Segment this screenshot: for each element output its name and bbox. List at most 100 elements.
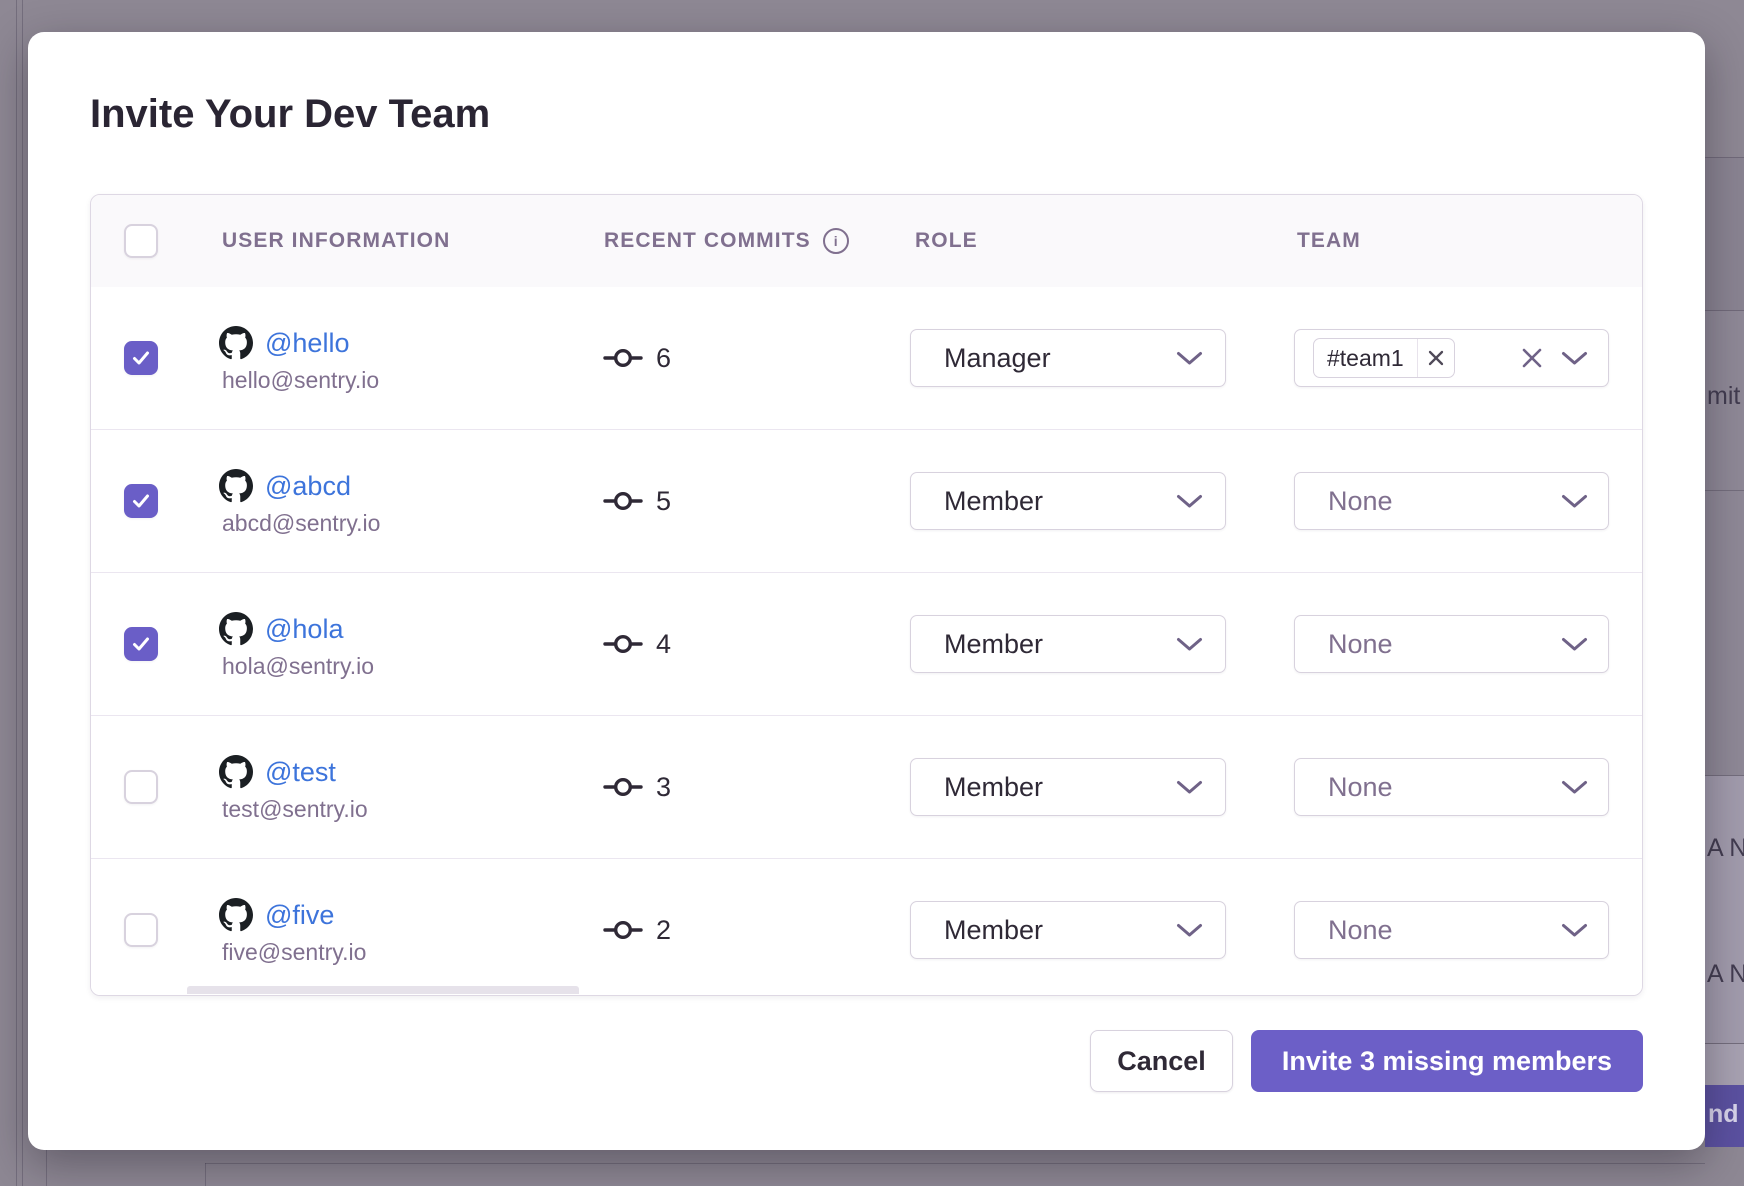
commit-count: 5 [656, 486, 671, 517]
row-checkbox[interactable] [124, 484, 158, 518]
chevron-down-icon [1561, 351, 1588, 366]
role-value: Member [944, 915, 1043, 946]
github-username-link[interactable]: @hola [265, 614, 343, 645]
check-icon [130, 347, 152, 369]
underlay-edge-line [205, 1163, 1744, 1164]
underlay-edge-line [16, 0, 17, 1186]
underlay-purple-button-fragment: nd [1705, 1085, 1744, 1147]
commit-count: 2 [656, 915, 671, 946]
underlay-text-fragment: A No [1707, 960, 1744, 989]
chevron-down-icon [1176, 494, 1203, 509]
github-username-link[interactable]: @test [265, 757, 336, 788]
role-select[interactable]: Member [910, 472, 1226, 530]
recent-commits-cell: 4 [603, 573, 671, 715]
github-username-link[interactable]: @abcd [265, 471, 351, 502]
chevron-down-icon [1176, 780, 1203, 795]
team-value: None [1313, 772, 1393, 803]
team-chip: #team1 [1313, 338, 1455, 378]
role-select[interactable]: Member [910, 758, 1226, 816]
underlay-edge-line [22, 0, 23, 1186]
recent-commits-cell: 3 [603, 716, 671, 858]
commit-count: 4 [656, 629, 671, 660]
user-email: test@sentry.io [222, 796, 368, 823]
chevron-down-icon [1176, 637, 1203, 652]
team-chip-label: #team1 [1314, 345, 1417, 372]
check-icon [130, 633, 152, 655]
role-value: Member [944, 486, 1043, 517]
cancel-button[interactable]: Cancel [1090, 1030, 1233, 1092]
underlay-edge-line [46, 1150, 47, 1186]
underlay-text-fragment: A No [1707, 834, 1744, 863]
role-select[interactable]: Member [910, 901, 1226, 959]
commit-icon [603, 490, 643, 512]
chevron-down-icon [1176, 923, 1203, 938]
recent-commits-cell: 6 [603, 287, 671, 429]
row-checkbox[interactable] [124, 770, 158, 804]
user-email: hello@sentry.io [222, 367, 379, 394]
commit-icon [603, 633, 643, 655]
github-icon [219, 612, 253, 646]
user-email: five@sentry.io [222, 939, 366, 966]
clear-icon[interactable] [1520, 346, 1544, 370]
role-value: Member [944, 629, 1043, 660]
team-select[interactable]: None [1294, 615, 1609, 673]
select-all-checkbox[interactable] [124, 224, 158, 258]
scrolled-row-hint [187, 986, 579, 994]
github-username-link[interactable]: @hello [265, 328, 349, 359]
column-header-team: TEAM [1297, 195, 1361, 287]
commit-icon [603, 919, 643, 941]
table-row: @hola hola@sentry.io 4 Member None [91, 572, 1642, 715]
team-select[interactable]: None [1294, 758, 1609, 816]
underlay-button-text-fragment: nd [1708, 1100, 1739, 1129]
commit-icon [603, 776, 643, 798]
row-checkbox[interactable] [124, 913, 158, 947]
chip-remove-icon[interactable] [1417, 339, 1454, 377]
screen: mit A No A No nd Invite Your Dev Team US… [0, 0, 1744, 1186]
role-select[interactable]: Member [910, 615, 1226, 673]
table-body: @hello hello@sentry.io 6 Manager #team1 [91, 287, 1642, 995]
invite-missing-members-button[interactable]: Invite 3 missing members [1251, 1030, 1643, 1092]
team-value: None [1313, 629, 1393, 660]
table-row: @abcd abcd@sentry.io 5 Member None [91, 429, 1642, 572]
column-header-recent-commits: RECENT COMMITS i [604, 195, 849, 287]
members-table: USER INFORMATION RECENT COMMITS i ROLE T… [90, 194, 1643, 996]
underlay-text-fragment: mit [1707, 382, 1740, 411]
check-icon [130, 490, 152, 512]
role-value: Member [944, 772, 1043, 803]
row-checkbox[interactable] [124, 341, 158, 375]
team-value: None [1313, 915, 1393, 946]
role-value: Manager [944, 343, 1051, 374]
role-select[interactable]: Manager [910, 329, 1226, 387]
github-icon [219, 898, 253, 932]
chevron-down-icon [1561, 494, 1588, 509]
commit-count: 3 [656, 772, 671, 803]
recent-commits-cell: 5 [603, 430, 671, 572]
table-header-row: USER INFORMATION RECENT COMMITS i ROLE T… [91, 195, 1642, 288]
recent-commits-cell: 2 [603, 859, 671, 995]
invite-dev-team-modal: Invite Your Dev Team USER INFORMATION RE… [28, 32, 1705, 1150]
github-username-link[interactable]: @five [265, 900, 334, 931]
team-select[interactable]: None [1294, 472, 1609, 530]
chevron-down-icon [1176, 351, 1203, 366]
commit-icon [603, 347, 643, 369]
team-value: None [1313, 486, 1393, 517]
underlay-edge-line [205, 1163, 206, 1186]
commit-count: 6 [656, 343, 671, 374]
github-icon [219, 469, 253, 503]
info-icon[interactable]: i [823, 228, 849, 254]
chevron-down-icon [1561, 923, 1588, 938]
team-select[interactable]: None [1294, 901, 1609, 959]
user-email: abcd@sentry.io [222, 510, 380, 537]
underlay-right-strip: mit A No A No nd [1705, 0, 1744, 1186]
table-row: @test test@sentry.io 3 Member None [91, 715, 1642, 858]
github-icon [219, 326, 253, 360]
table-row: @five five@sentry.io 2 Member None [91, 858, 1642, 995]
column-header-user-information: USER INFORMATION [222, 195, 450, 287]
team-select[interactable]: #team1 [1294, 329, 1609, 387]
row-checkbox[interactable] [124, 627, 158, 661]
chevron-down-icon [1561, 780, 1588, 795]
chevron-down-icon [1561, 637, 1588, 652]
modal-title: Invite Your Dev Team [90, 92, 490, 137]
column-header-role: ROLE [915, 195, 978, 287]
user-email: hola@sentry.io [222, 653, 374, 680]
